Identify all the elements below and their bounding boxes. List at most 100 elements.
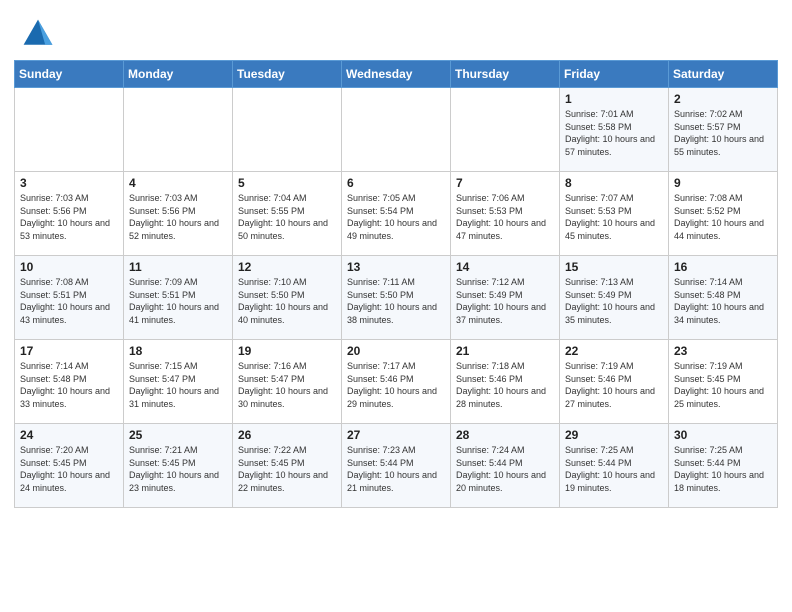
day-cell: 21 Sunrise: 7:18 AM Sunset: 5:46 PM Dayli… [451,340,560,424]
day-number: 16 [674,260,772,274]
day-cell: 24 Sunrise: 7:20 AM Sunset: 5:45 PM Dayli… [15,424,124,508]
day-cell: 17Sunrise: 7:14 AM Sunset: 5:48 PM Dayli… [15,340,124,424]
day-info: Sunrise: 7:16 AM Sunset: 5:47 PM Dayligh… [238,360,336,410]
day-info: Sunrise: 7:03 AM Sunset: 5:56 PM Dayligh… [20,192,118,242]
day-info: Sunrise: 7:10 AM Sunset: 5:50 PM Dayligh… [238,276,336,326]
day-cell [342,88,451,172]
day-info: Sunrise: 7:21 AM Sunset: 5:45 PM Dayligh… [129,444,227,494]
day-number: 9 [674,176,772,190]
day-number: 28 [456,428,554,442]
day-number: 22 [565,344,663,358]
day-info: Sunrise: 7:13 AM Sunset: 5:49 PM Dayligh… [565,276,663,326]
day-cell: 5 Sunrise: 7:04 AM Sunset: 5:55 PM Daylig… [233,172,342,256]
day-cell: 25Sunrise: 7:21 AM Sunset: 5:45 PM Dayli… [124,424,233,508]
day-info: Sunrise: 7:19 AM Sunset: 5:45 PM Dayligh… [674,360,772,410]
day-cell: 1Sunrise: 7:01 AM Sunset: 5:58 PM Daylig… [560,88,669,172]
logo [20,16,60,52]
day-cell: 23 Sunrise: 7:19 AM Sunset: 5:45 PM Dayli… [669,340,778,424]
day-info: Sunrise: 7:19 AM Sunset: 5:46 PM Dayligh… [565,360,663,410]
day-info: Sunrise: 7:14 AM Sunset: 5:48 PM Dayligh… [674,276,772,326]
day-info: Sunrise: 7:06 AM Sunset: 5:53 PM Dayligh… [456,192,554,242]
day-number: 11 [129,260,227,274]
day-cell: 26 Sunrise: 7:22 AM Sunset: 5:45 PM Dayli… [233,424,342,508]
day-info: Sunrise: 7:23 AM Sunset: 5:44 PM Dayligh… [347,444,445,494]
weekday-header-wednesday: Wednesday [342,61,451,88]
page: SundayMondayTuesdayWednesdayThursdayFrid… [0,0,792,612]
day-number: 18 [129,344,227,358]
day-cell: 9 Sunrise: 7:08 AM Sunset: 5:52 PM Daylig… [669,172,778,256]
day-info: Sunrise: 7:04 AM Sunset: 5:55 PM Dayligh… [238,192,336,242]
day-cell: 19 Sunrise: 7:16 AM Sunset: 5:47 PM Dayli… [233,340,342,424]
week-row-0: 1Sunrise: 7:01 AM Sunset: 5:58 PM Daylig… [15,88,778,172]
day-number: 23 [674,344,772,358]
day-cell: 18 Sunrise: 7:15 AM Sunset: 5:47 PM Dayli… [124,340,233,424]
day-number: 1 [565,92,663,106]
day-number: 29 [565,428,663,442]
day-number: 5 [238,176,336,190]
day-cell: 15 Sunrise: 7:13 AM Sunset: 5:49 PM Dayli… [560,256,669,340]
day-info: Sunrise: 7:15 AM Sunset: 5:47 PM Dayligh… [129,360,227,410]
day-number: 6 [347,176,445,190]
day-cell: 11Sunrise: 7:09 AM Sunset: 5:51 PM Dayli… [124,256,233,340]
day-cell: 16 Sunrise: 7:14 AM Sunset: 5:48 PM Dayli… [669,256,778,340]
day-number: 12 [238,260,336,274]
week-row-3: 17Sunrise: 7:14 AM Sunset: 5:48 PM Dayli… [15,340,778,424]
day-info: Sunrise: 7:18 AM Sunset: 5:46 PM Dayligh… [456,360,554,410]
day-info: Sunrise: 7:24 AM Sunset: 5:44 PM Dayligh… [456,444,554,494]
day-number: 4 [129,176,227,190]
day-number: 21 [456,344,554,358]
day-number: 3 [20,176,118,190]
day-number: 10 [20,260,118,274]
day-info: Sunrise: 7:17 AM Sunset: 5:46 PM Dayligh… [347,360,445,410]
logo-icon [20,16,56,52]
day-cell [451,88,560,172]
day-number: 14 [456,260,554,274]
header [0,0,792,60]
day-number: 26 [238,428,336,442]
day-cell: 20Sunrise: 7:17 AM Sunset: 5:46 PM Dayli… [342,340,451,424]
day-info: Sunrise: 7:22 AM Sunset: 5:45 PM Dayligh… [238,444,336,494]
day-cell: 22 Sunrise: 7:19 AM Sunset: 5:46 PM Dayli… [560,340,669,424]
day-number: 19 [238,344,336,358]
day-cell: 28 Sunrise: 7:24 AM Sunset: 5:44 PM Dayli… [451,424,560,508]
weekday-header-thursday: Thursday [451,61,560,88]
day-cell: 6 Sunrise: 7:05 AM Sunset: 5:54 PM Daylig… [342,172,451,256]
day-cell: 12 Sunrise: 7:10 AM Sunset: 5:50 PM Dayli… [233,256,342,340]
day-cell: 4 Sunrise: 7:03 AM Sunset: 5:56 PM Daylig… [124,172,233,256]
day-cell: 7 Sunrise: 7:06 AM Sunset: 5:53 PM Daylig… [451,172,560,256]
day-cell: 29 Sunrise: 7:25 AM Sunset: 5:44 PM Dayli… [560,424,669,508]
weekday-header-friday: Friday [560,61,669,88]
day-cell [15,88,124,172]
day-number: 15 [565,260,663,274]
day-number: 30 [674,428,772,442]
day-info: Sunrise: 7:05 AM Sunset: 5:54 PM Dayligh… [347,192,445,242]
day-cell: 2Sunrise: 7:02 AM Sunset: 5:57 PM Daylig… [669,88,778,172]
day-info: Sunrise: 7:20 AM Sunset: 5:45 PM Dayligh… [20,444,118,494]
day-info: Sunrise: 7:08 AM Sunset: 5:51 PM Dayligh… [20,276,118,326]
day-info: Sunrise: 7:11 AM Sunset: 5:50 PM Dayligh… [347,276,445,326]
weekday-header-saturday: Saturday [669,61,778,88]
day-number: 27 [347,428,445,442]
day-cell: 13 Sunrise: 7:11 AM Sunset: 5:50 PM Dayli… [342,256,451,340]
day-info: Sunrise: 7:02 AM Sunset: 5:57 PM Dayligh… [674,108,772,158]
day-cell [124,88,233,172]
calendar: SundayMondayTuesdayWednesdayThursdayFrid… [0,60,792,612]
day-cell: 27 Sunrise: 7:23 AM Sunset: 5:44 PM Dayli… [342,424,451,508]
weekday-header-tuesday: Tuesday [233,61,342,88]
day-info: Sunrise: 7:25 AM Sunset: 5:44 PM Dayligh… [674,444,772,494]
day-cell: 14 Sunrise: 7:12 AM Sunset: 5:49 PM Dayli… [451,256,560,340]
day-cell: 3 Sunrise: 7:03 AM Sunset: 5:56 PM Daylig… [15,172,124,256]
day-info: Sunrise: 7:07 AM Sunset: 5:53 PM Dayligh… [565,192,663,242]
week-row-2: 10 Sunrise: 7:08 AM Sunset: 5:51 PM Dayli… [15,256,778,340]
week-row-4: 24 Sunrise: 7:20 AM Sunset: 5:45 PM Dayli… [15,424,778,508]
day-number: 24 [20,428,118,442]
day-info: Sunrise: 7:08 AM Sunset: 5:52 PM Dayligh… [674,192,772,242]
day-info: Sunrise: 7:12 AM Sunset: 5:49 PM Dayligh… [456,276,554,326]
day-number: 13 [347,260,445,274]
day-number: 7 [456,176,554,190]
weekday-header-monday: Monday [124,61,233,88]
day-cell: 8Sunrise: 7:07 AM Sunset: 5:53 PM Daylig… [560,172,669,256]
day-info: Sunrise: 7:25 AM Sunset: 5:44 PM Dayligh… [565,444,663,494]
day-info: Sunrise: 7:14 AM Sunset: 5:48 PM Dayligh… [20,360,118,410]
day-info: Sunrise: 7:03 AM Sunset: 5:56 PM Dayligh… [129,192,227,242]
